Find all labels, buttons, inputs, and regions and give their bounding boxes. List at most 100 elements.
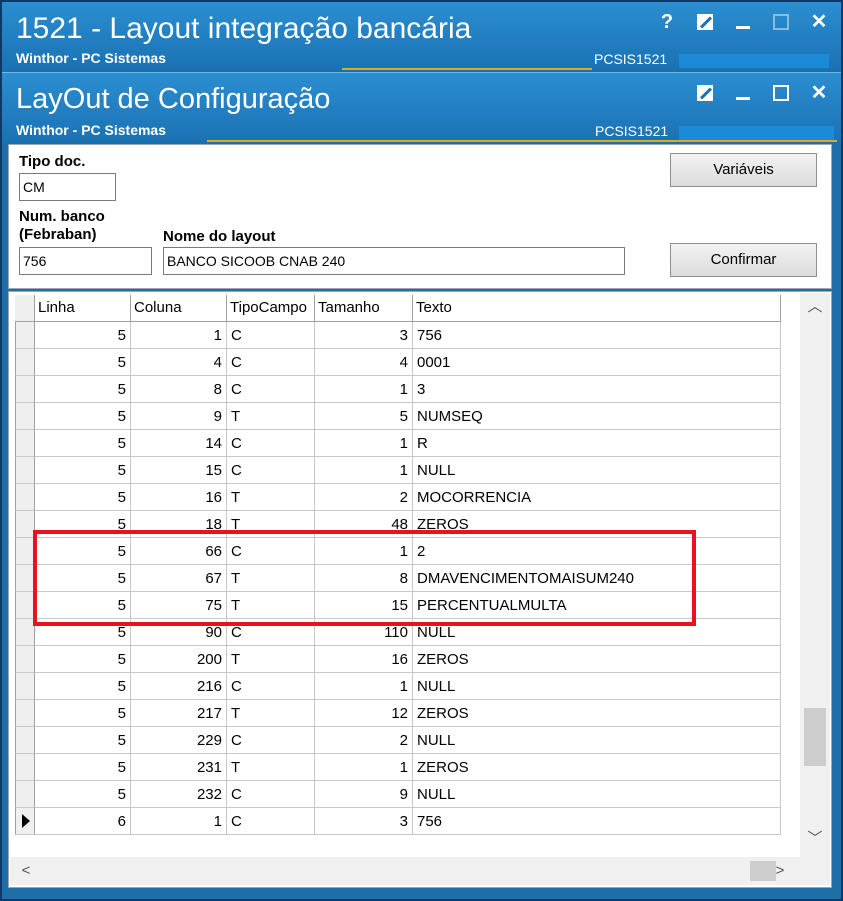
cell-coluna[interactable]: 216 bbox=[131, 673, 227, 700]
cell-tipocampo[interactable]: C bbox=[227, 619, 315, 646]
table-row[interactable]: 5 66 C 1 2 bbox=[9, 538, 781, 565]
vertical-scroll-thumb[interactable] bbox=[804, 708, 826, 766]
row-indicator[interactable] bbox=[15, 646, 35, 673]
row-indicator[interactable] bbox=[15, 619, 35, 646]
cell-tamanho[interactable]: 110 bbox=[315, 619, 413, 646]
cell-tamanho[interactable]: 1 bbox=[315, 538, 413, 565]
cell-coluna[interactable]: 14 bbox=[131, 430, 227, 457]
cell-tamanho[interactable]: 16 bbox=[315, 646, 413, 673]
cell-coluna[interactable]: 18 bbox=[131, 511, 227, 538]
help-icon[interactable]: ? bbox=[657, 12, 677, 32]
cell-texto[interactable]: 756 bbox=[413, 808, 781, 835]
cell-tamanho[interactable]: 3 bbox=[315, 322, 413, 349]
table-row[interactable]: 5 90 C 110 NULL bbox=[9, 619, 781, 646]
row-indicator[interactable] bbox=[15, 781, 35, 808]
table-row[interactable]: 5 4 C 4 0001 bbox=[9, 349, 781, 376]
cell-texto[interactable]: MOCORRENCIA bbox=[413, 484, 781, 511]
cell-linha[interactable]: 5 bbox=[35, 403, 131, 430]
cell-tipocampo[interactable]: C bbox=[227, 430, 315, 457]
cell-linha[interactable]: 5 bbox=[35, 754, 131, 781]
table-row[interactable]: 5 75 T 15 PERCENTUALMULTA bbox=[9, 592, 781, 619]
cell-linha[interactable]: 5 bbox=[35, 727, 131, 754]
cell-coluna[interactable]: 90 bbox=[131, 619, 227, 646]
row-indicator[interactable] bbox=[15, 457, 35, 484]
row-indicator[interactable] bbox=[15, 538, 35, 565]
row-indicator[interactable] bbox=[15, 727, 35, 754]
scroll-right-icon[interactable]: > bbox=[766, 857, 794, 885]
cell-coluna[interactable]: 232 bbox=[131, 781, 227, 808]
cell-coluna[interactable]: 231 bbox=[131, 754, 227, 781]
cell-tamanho[interactable]: 1 bbox=[315, 430, 413, 457]
row-indicator[interactable] bbox=[15, 349, 35, 376]
row-indicator[interactable] bbox=[15, 673, 35, 700]
cell-texto[interactable]: DMAVENCIMENTOMAISUM240 bbox=[413, 565, 781, 592]
cell-texto[interactable]: NULL bbox=[413, 727, 781, 754]
cell-tipocampo[interactable]: T bbox=[227, 754, 315, 781]
cell-tipocampo[interactable]: T bbox=[227, 403, 315, 430]
cell-tipocampo[interactable]: T bbox=[227, 700, 315, 727]
cell-tamanho[interactable]: 2 bbox=[315, 484, 413, 511]
column-header-tipocampo[interactable]: TipoCampo bbox=[227, 295, 315, 322]
cell-texto[interactable]: 0001 bbox=[413, 349, 781, 376]
cell-tipocampo[interactable]: T bbox=[227, 646, 315, 673]
edit-icon[interactable] bbox=[695, 83, 715, 103]
cell-texto[interactable]: ZEROS bbox=[413, 646, 781, 673]
row-indicator[interactable] bbox=[15, 592, 35, 619]
column-header-linha[interactable]: Linha bbox=[35, 295, 131, 322]
table-row[interactable]: 5 9 T 5 NUMSEQ bbox=[9, 403, 781, 430]
row-indicator[interactable] bbox=[15, 700, 35, 727]
cell-texto[interactable]: ZEROS bbox=[413, 700, 781, 727]
column-header-tamanho[interactable]: Tamanho bbox=[315, 295, 413, 322]
table-row[interactable]: 5 200 T 16 ZEROS bbox=[9, 646, 781, 673]
cell-coluna[interactable]: 4 bbox=[131, 349, 227, 376]
row-indicator[interactable] bbox=[15, 511, 35, 538]
cell-tipocampo[interactable]: T bbox=[227, 511, 315, 538]
table-row[interactable]: 5 67 T 8 DMAVENCIMENTOMAISUM240 bbox=[9, 565, 781, 592]
row-indicator[interactable] bbox=[15, 484, 35, 511]
cell-tipocampo[interactable]: C bbox=[227, 808, 315, 835]
cell-tipocampo[interactable]: C bbox=[227, 727, 315, 754]
cell-tamanho[interactable]: 9 bbox=[315, 781, 413, 808]
maximize-icon[interactable] bbox=[771, 12, 791, 32]
cell-texto[interactable]: PERCENTUALMULTA bbox=[413, 592, 781, 619]
close-icon[interactable]: ✕ bbox=[809, 12, 829, 32]
cell-coluna[interactable]: 1 bbox=[131, 808, 227, 835]
cell-texto[interactable]: NULL bbox=[413, 457, 781, 484]
cell-tipocampo[interactable]: C bbox=[227, 349, 315, 376]
cell-tipocampo[interactable]: T bbox=[227, 484, 315, 511]
cell-tamanho[interactable]: 1 bbox=[315, 754, 413, 781]
nome-layout-field[interactable]: BANCO SICOOB CNAB 240 bbox=[163, 247, 625, 275]
cell-linha[interactable]: 5 bbox=[35, 376, 131, 403]
cell-texto[interactable]: ZEROS bbox=[413, 511, 781, 538]
cell-tamanho[interactable]: 8 bbox=[315, 565, 413, 592]
table-row[interactable]: 5 15 C 1 NULL bbox=[9, 457, 781, 484]
table-row[interactable]: 5 18 T 48 ZEROS bbox=[9, 511, 781, 538]
cell-tipocampo[interactable]: T bbox=[227, 565, 315, 592]
cell-coluna[interactable]: 66 bbox=[131, 538, 227, 565]
scroll-up-icon[interactable]: ︿ bbox=[800, 295, 830, 319]
minimize-icon[interactable] bbox=[733, 83, 753, 103]
cell-texto[interactable]: 2 bbox=[413, 538, 781, 565]
table-row[interactable]: 5 216 C 1 NULL bbox=[9, 673, 781, 700]
tipo-doc-field[interactable]: CM bbox=[19, 173, 116, 201]
cell-coluna[interactable]: 8 bbox=[131, 376, 227, 403]
cell-tamanho[interactable]: 1 bbox=[315, 376, 413, 403]
horizontal-scrollbar[interactable]: < > bbox=[10, 857, 800, 885]
confirmar-button[interactable]: Confirmar bbox=[670, 243, 817, 277]
num-banco-field[interactable]: 756 bbox=[19, 247, 152, 275]
table-row[interactable]: 5 217 T 12 ZEROS bbox=[9, 700, 781, 727]
maximize-icon[interactable] bbox=[771, 83, 791, 103]
table-row[interactable]: 5 231 T 1 ZEROS bbox=[9, 754, 781, 781]
cell-linha[interactable]: 5 bbox=[35, 349, 131, 376]
cell-tamanho[interactable]: 1 bbox=[315, 673, 413, 700]
scroll-down-icon[interactable]: ﹀ bbox=[800, 827, 830, 851]
cell-texto[interactable]: 3 bbox=[413, 376, 781, 403]
cell-tamanho[interactable]: 3 bbox=[315, 808, 413, 835]
table-row[interactable]: 5 16 T 2 MOCORRENCIA bbox=[9, 484, 781, 511]
cell-coluna[interactable]: 1 bbox=[131, 322, 227, 349]
row-indicator[interactable] bbox=[15, 808, 35, 835]
cell-coluna[interactable]: 229 bbox=[131, 727, 227, 754]
cell-coluna[interactable]: 75 bbox=[131, 592, 227, 619]
cell-tamanho[interactable]: 2 bbox=[315, 727, 413, 754]
table-row[interactable]: 5 229 C 2 NULL bbox=[9, 727, 781, 754]
